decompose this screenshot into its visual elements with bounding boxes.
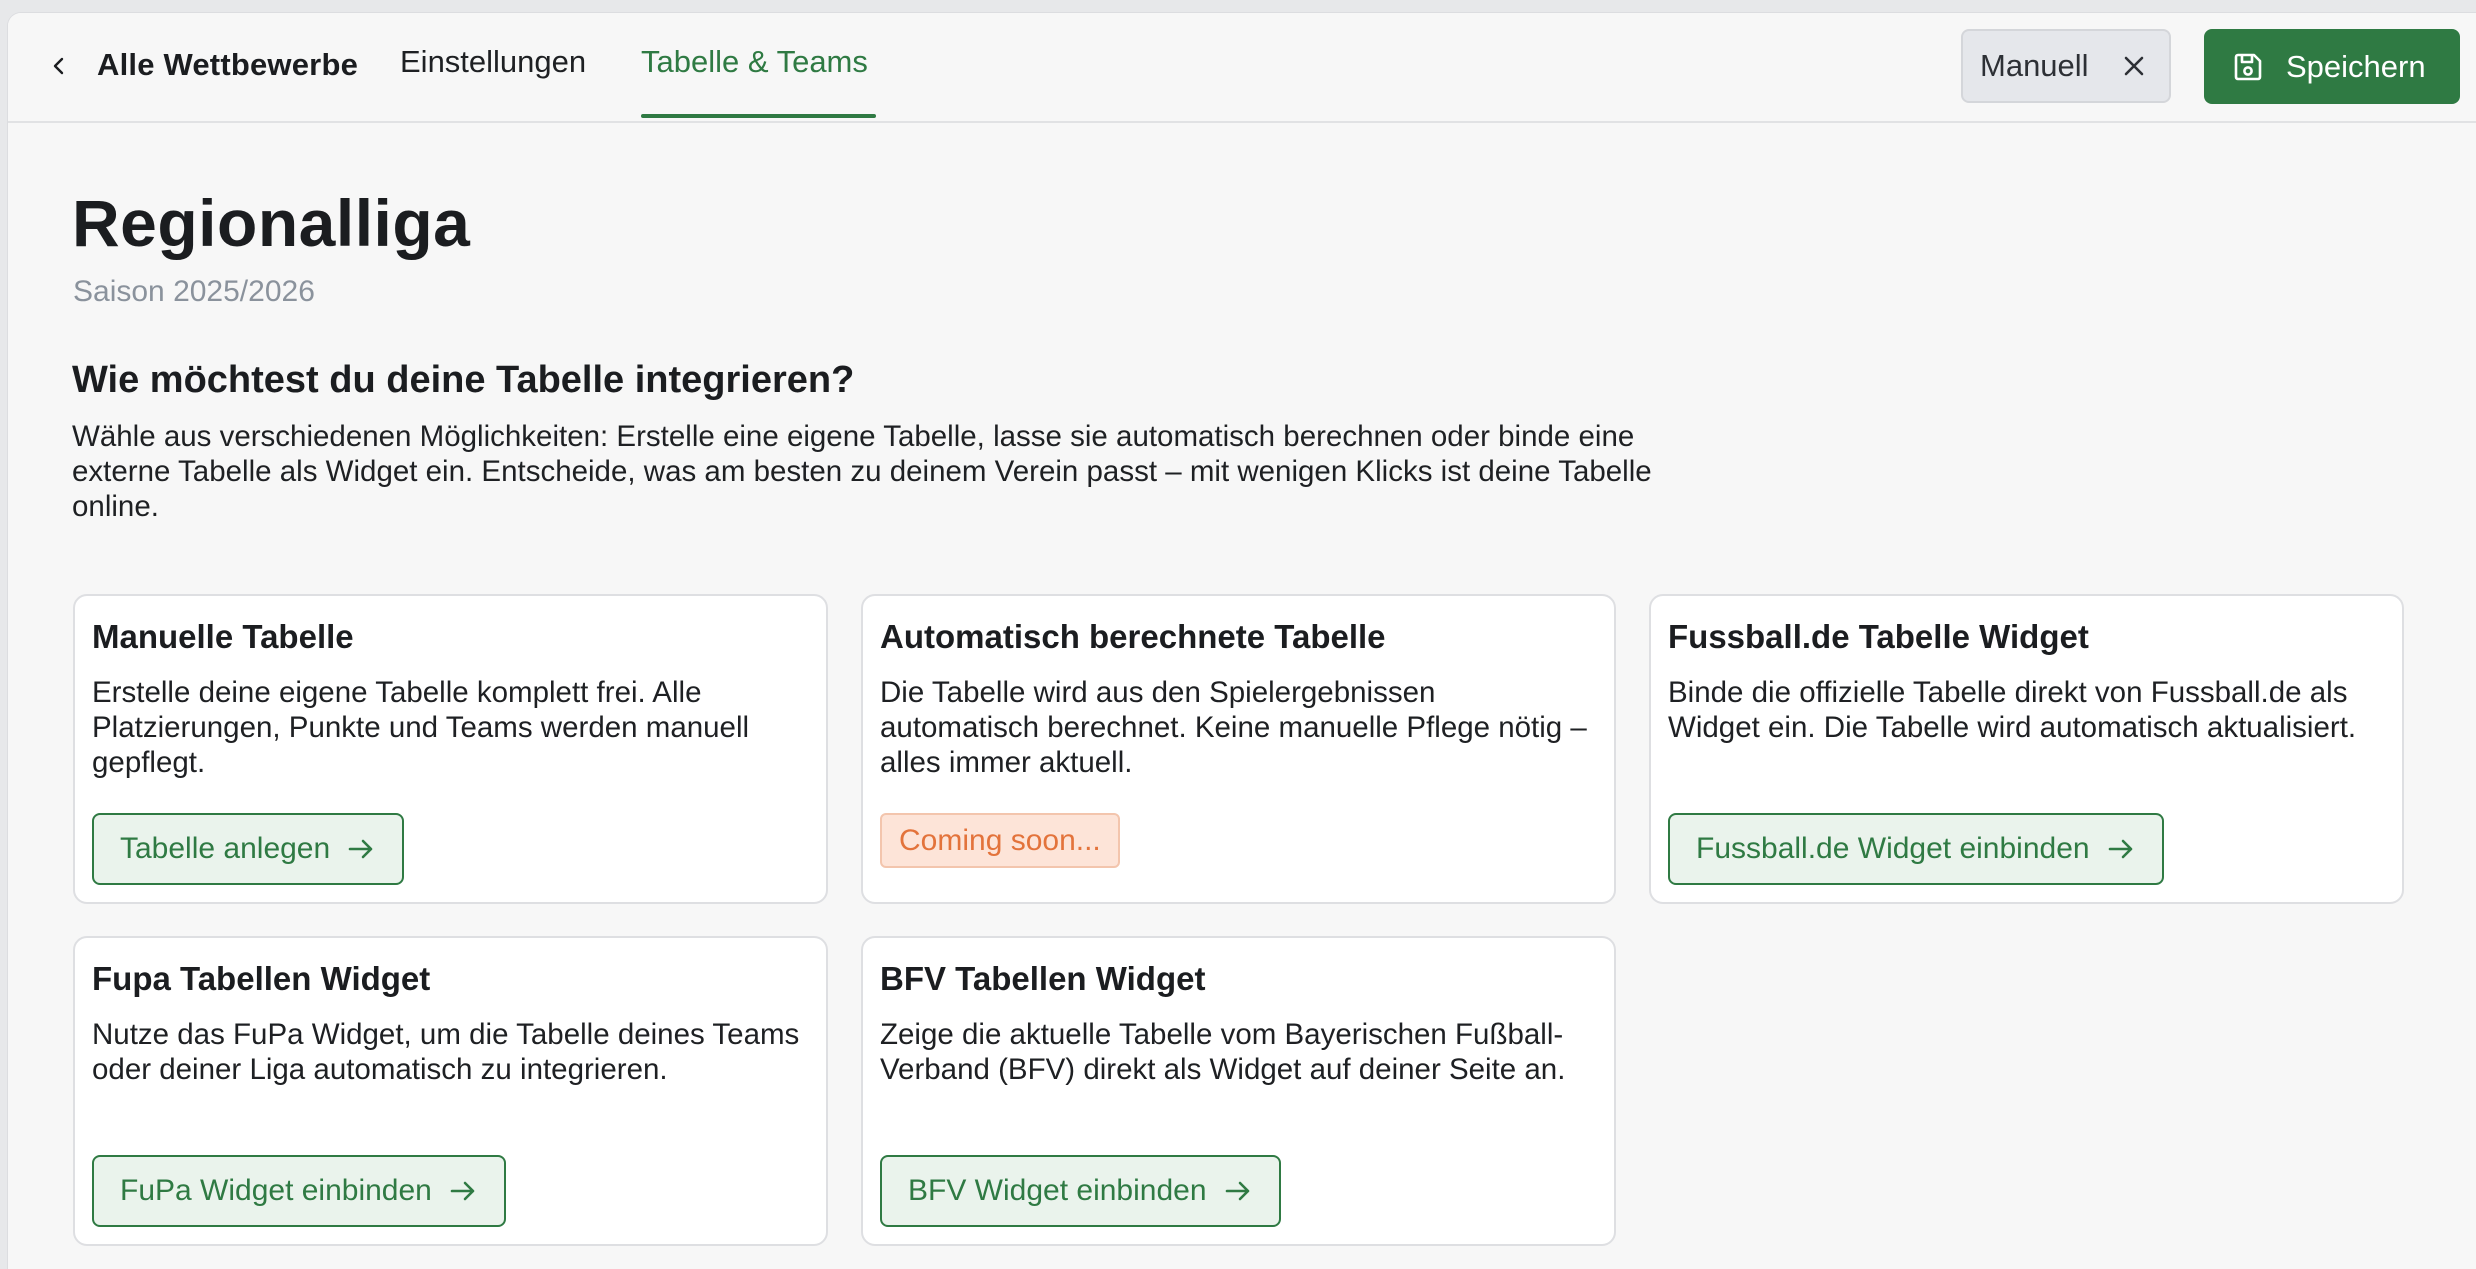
- card-manual-table: Manuelle Tabelle Erstelle deine eigene T…: [73, 594, 828, 904]
- card-fupa-widget: Fupa Tabellen Widget Nutze das FuPa Widg…: [73, 936, 828, 1246]
- create-table-button[interactable]: Tabelle anlegen: [92, 813, 405, 885]
- section-title: Wie möchtest du deine Tabelle integriere…: [72, 359, 855, 401]
- tab-table-and-teams[interactable]: Tabelle & Teams: [641, 44, 868, 80]
- arrow-right-icon: [348, 839, 373, 859]
- card-title: Automatisch berechnete Tabelle: [880, 618, 1386, 655]
- card-bfv-widget: BFV Tabellen Widget Zeige die aktuelle T…: [861, 936, 1616, 1246]
- app-window: Alle Wettbewerbe Einstellungen Tabelle &…: [7, 12, 2476, 1269]
- button-label: BFV Widget einbinden: [908, 1174, 1207, 1207]
- chevron-left-icon: [53, 57, 64, 75]
- card-description: Erstelle deine eigene Tabelle komplett f…: [92, 676, 750, 779]
- embed-fupa-widget-button[interactable]: FuPa Widget einbinden: [92, 1155, 506, 1227]
- card-description: Die Tabelle wird aus den Spielergebnisse…: [880, 676, 1587, 779]
- tab-settings[interactable]: Einstellungen: [400, 44, 586, 80]
- close-icon[interactable]: [2121, 53, 2147, 79]
- active-tab-indicator: [641, 114, 876, 118]
- card-fussball-de-widget: Fussball.de Tabelle Widget Binde die off…: [1649, 594, 2404, 904]
- season-subtitle: Saison 2025/2026: [73, 275, 315, 308]
- section-description: Wähle aus verschiedenen Möglichkeiten: E…: [72, 420, 1652, 523]
- card-description: Nutze das FuPa Widget, um die Tabelle de…: [92, 1018, 800, 1086]
- arrow-right-icon: [1225, 1181, 1249, 1201]
- page-title: Regionalliga: [72, 186, 471, 260]
- back-link-all-competitions[interactable]: Alle Wettbewerbe: [97, 47, 358, 83]
- top-navigation-bar: Alle Wettbewerbe Einstellungen Tabelle &…: [8, 13, 2476, 123]
- floppy-disk-icon: [2234, 53, 2262, 81]
- card-title: BFV Tabellen Widget: [880, 960, 1206, 997]
- card-title: Fupa Tabellen Widget: [92, 960, 431, 997]
- button-label: Fussball.de Widget einbinden: [1696, 832, 2090, 865]
- back-button[interactable]: [44, 51, 74, 81]
- card-title: Manuelle Tabelle: [92, 618, 354, 655]
- save-button[interactable]: Speichern: [2204, 29, 2460, 104]
- button-label: Tabelle anlegen: [120, 832, 331, 865]
- save-button-label: Speichern: [2286, 48, 2426, 84]
- mode-chip-label: Manuell: [1980, 48, 2089, 83]
- card-automatic-table: Automatisch berechnete Tabelle Die Tabel…: [861, 594, 1616, 904]
- mode-chip[interactable]: Manuell: [1961, 29, 2171, 103]
- card-description: Zeige die aktuelle Tabelle vom Bayerisch…: [880, 1018, 1566, 1086]
- embed-fussball-de-widget-button[interactable]: Fussball.de Widget einbinden: [1668, 813, 2164, 885]
- card-description: Binde die offizielle Tabelle direkt von …: [1668, 676, 2357, 744]
- coming-soon-badge: Coming soon...: [880, 813, 1120, 868]
- arrow-right-icon: [450, 1181, 475, 1201]
- button-label: FuPa Widget einbinden: [120, 1174, 432, 1207]
- arrow-right-icon: [2108, 839, 2132, 859]
- card-title: Fussball.de Tabelle Widget: [1668, 618, 2089, 655]
- embed-bfv-widget-button[interactable]: BFV Widget einbinden: [880, 1155, 1281, 1227]
